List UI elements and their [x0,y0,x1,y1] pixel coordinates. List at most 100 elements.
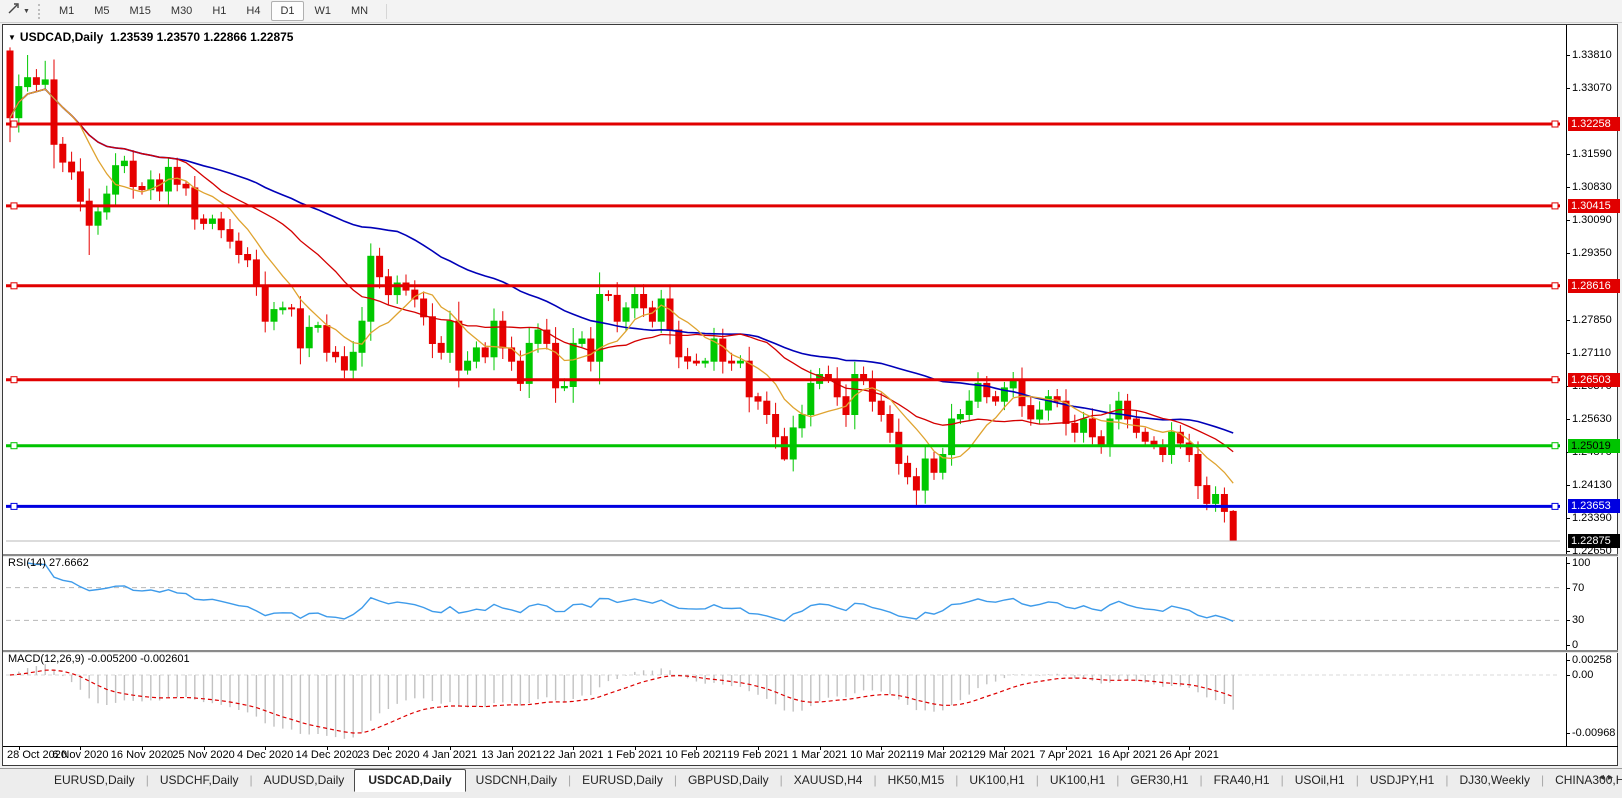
timeframe-button-d1[interactable]: D1 [271,1,303,21]
date-axis-label: 19 Feb 2021 [723,749,793,761]
current-price-tag: 1.22875 [1568,534,1620,548]
date-axis-label: 6 Nov 2020 [45,749,115,761]
timeframe-button-m1[interactable]: M1 [50,1,83,21]
timeframe-button-w1[interactable]: W1 [306,1,341,21]
timeframe-button-h4[interactable]: H4 [237,1,269,21]
symbol-tab-usdjpy-h1[interactable]: USDJPY,H1 [1360,769,1444,790]
time-axis-line [3,746,1618,747]
symbol-dropdown-icon[interactable]: ▼ [8,33,16,42]
toolbar-grip [38,4,40,19]
price-tag-1.23653: 1.23653 [1568,499,1620,513]
macd-axis-label: 0.00258 [1572,653,1612,667]
symbol-tab-fra40-h1[interactable]: FRA40,H1 [1204,769,1280,790]
line-anchor-marker[interactable] [11,377,17,383]
line-anchor-marker[interactable] [11,443,17,449]
price-axis-tick [1566,187,1570,188]
symbol-tab-gbpusd-daily[interactable]: GBPUSD,Daily [678,769,779,790]
line-anchor-marker[interactable] [11,503,17,509]
symbol-tab-usdcnh-daily[interactable]: USDCNH,Daily [466,769,567,790]
date-axis-label: 26 Apr 2021 [1154,749,1224,761]
line-anchor-marker[interactable] [1552,121,1558,127]
timeframe-button-m15[interactable]: M15 [121,1,160,21]
chart-title-quotes: 1.23539 1.23570 1.22866 1.22875 [110,30,294,44]
date-axis-tick [943,746,944,750]
line-anchor-marker[interactable] [11,121,17,127]
date-axis-tick [820,746,821,750]
symbol-tab-usdchf-daily[interactable]: USDCHF,Daily [150,769,249,790]
line-anchor-marker[interactable] [11,283,17,289]
date-axis-label: 14 Dec 2020 [292,749,362,761]
price-axis-label: 1.30090 [1572,213,1612,227]
rsi-axis-tick [1566,620,1570,621]
symbol-tab-ger30-h1[interactable]: GER30,H1 [1120,769,1198,790]
date-axis-tick [80,746,81,750]
date-axis-tick [327,746,328,750]
date-axis-label: 23 Dec 2020 [353,749,423,761]
line-anchor-marker[interactable] [1552,283,1558,289]
date-axis-tick [1004,746,1005,750]
symbol-tab-eurusd-daily[interactable]: EURUSD,Daily [572,769,673,790]
symbol-tab-audusd-daily[interactable]: AUDUSD,Daily [254,769,355,790]
price-axis-tick [1566,485,1570,486]
date-axis-tick [450,746,451,750]
date-axis-tick [142,746,143,750]
line-anchor-marker[interactable] [1552,377,1558,383]
tab-scroll-right-icon[interactable]: ▸ [1608,772,1617,783]
price-tag-1.26503: 1.26503 [1568,373,1620,387]
timeframe-button-m30[interactable]: M30 [162,1,201,21]
macd-axis-tick [1566,660,1570,661]
date-axis-label: 22 Jan 2021 [538,749,608,761]
date-axis-tick [573,746,574,750]
line-anchor-marker[interactable] [1552,203,1558,209]
symbol-tab-dj30-weekly[interactable]: DJ30,Weekly [1449,769,1539,790]
macd-panel-svg[interactable] [6,652,1560,745]
line-anchor-marker[interactable] [11,203,17,209]
symbol-tab-xauusd-h4[interactable]: XAUUSD,H4 [784,769,873,790]
toolbar-separator [386,4,387,19]
symbol-tab-usdcad-daily[interactable]: USDCAD,Daily [354,769,465,792]
line-anchor-marker[interactable] [1552,503,1558,509]
rsi-panel-svg[interactable] [6,556,1560,649]
rsi-axis-label: 70 [1572,581,1584,595]
date-axis-label: 25 Nov 2020 [169,749,239,761]
rsi-axis-tick [1566,645,1570,646]
symbol-tab-hk50-m15[interactable]: HK50,M15 [878,769,955,790]
chevron-down-icon[interactable]: ▼ [23,8,30,15]
price-axis-label: 1.33810 [1572,48,1612,62]
price-axis-label: 1.25630 [1572,412,1612,426]
price-axis-tick [1566,518,1570,519]
timeframe-button-h1[interactable]: H1 [203,1,235,21]
price-tag-1.28616: 1.28616 [1568,279,1620,293]
rsi-axis-label: 30 [1572,613,1584,627]
date-axis-tick [204,746,205,750]
rsi-axis-label: 0 [1572,638,1578,652]
date-axis-label: 4 Dec 2020 [230,749,300,761]
date-axis-tick [635,746,636,750]
cursor-tool-button[interactable]: ▼ [6,1,30,21]
date-axis-label: 29 Mar 2021 [969,749,1039,761]
symbol-tab-uk100-h1[interactable]: UK100,H1 [1040,769,1115,790]
candles-group [7,47,1236,541]
symbol-tab-uk100-h1[interactable]: UK100,H1 [959,769,1034,790]
rsi-axis-label: 100 [1572,556,1590,570]
date-axis-tick [1128,746,1129,750]
timeframe-button-m5[interactable]: M5 [85,1,118,21]
price-axis-label: 1.24130 [1572,478,1612,492]
macd-axis-label: -0.00968 [1572,726,1615,740]
ma-slow-line[interactable] [10,89,1233,433]
symbol-tab-usoil-h1[interactable]: USOil,H1 [1285,769,1355,790]
price-axis-tick [1566,320,1570,321]
date-axis-tick [1189,746,1190,750]
timeframe-button-mn[interactable]: MN [342,1,377,21]
price-axis-label: 1.30830 [1572,180,1612,194]
date-axis-tick [265,746,266,750]
line-anchor-marker[interactable] [1552,443,1558,449]
price-axis-tick [1566,55,1570,56]
price-axis-tick [1566,88,1570,89]
tab-scroll-arrows: ◂▸ [1599,772,1617,783]
tab-scroll-left-icon[interactable]: ◂ [1599,772,1608,783]
price-axis-label: 1.33070 [1572,81,1612,95]
symbol-tab-eurusd-daily[interactable]: EURUSD,Daily [44,769,145,790]
main-chart-svg[interactable] [6,26,1560,553]
price-axis-tick [1566,353,1570,354]
